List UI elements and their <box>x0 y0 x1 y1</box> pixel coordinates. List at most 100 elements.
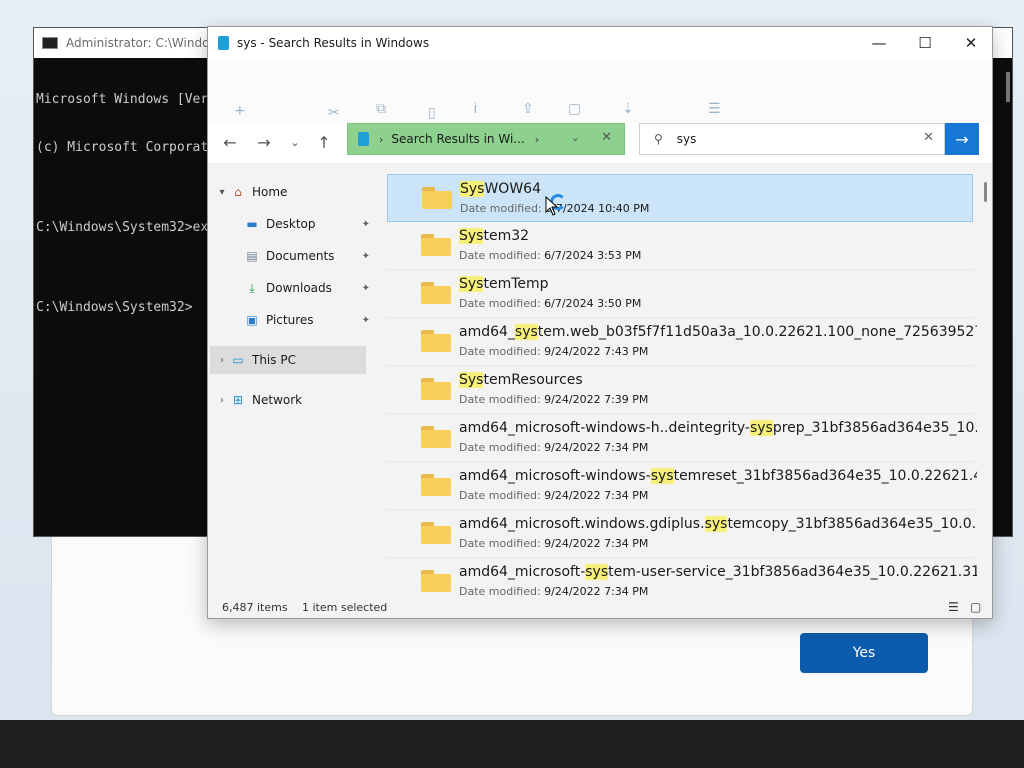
taskbar <box>0 720 1024 768</box>
share-icon[interactable]: ⇪ <box>522 101 534 117</box>
file-name: amd64_microsoft.windows.gdiplus.systemco… <box>459 516 977 532</box>
sidebar-item-pictures[interactable]: ▣ Pictures ✦ <box>214 306 370 334</box>
folder-icon <box>421 570 451 592</box>
recent-locations-button[interactable]: ⌄ <box>283 131 307 155</box>
file-row[interactable]: System32 Date modified: 6/7/2024 3:53 PM <box>387 222 973 270</box>
sort-icon[interactable]: ⇣ <box>622 101 634 117</box>
address-bar[interactable]: › Search Results in Wi... › ⌄ ✕ <box>347 123 625 155</box>
sidebar-label: Pictures <box>266 313 314 327</box>
search-input[interactable] <box>676 132 897 146</box>
sidebar-item-network[interactable]: › ⊞ Network <box>214 386 370 414</box>
search-highlight: sys <box>749 420 773 436</box>
maximize-button[interactable]: ☐ <box>902 27 948 59</box>
details-view-icon[interactable]: ☰ <box>948 600 959 614</box>
search-results-icon <box>358 132 369 146</box>
address-text: Search Results in Wi... <box>391 132 525 146</box>
cmd-scrollbar[interactable] <box>1006 72 1010 102</box>
sidebar-label: Network <box>252 393 303 407</box>
copy-icon[interactable]: ⧉ <box>376 101 386 117</box>
mouse-cursor-icon <box>545 196 559 216</box>
navigation-pane: ▾ ⌂ Home ▬ Desktop ✦ ▤ Documents ✦ ⤓ Dow… <box>208 172 378 592</box>
clear-search-icon[interactable]: ✕ <box>923 130 934 145</box>
search-icon: ⚲ <box>654 132 663 146</box>
documents-icon: ▤ <box>246 249 258 263</box>
file-row[interactable]: SystemResources Date modified: 9/24/2022 … <box>387 366 973 414</box>
forward-button[interactable]: → <box>252 131 276 155</box>
close-button[interactable]: ✕ <box>948 27 994 59</box>
status-bar: 6,487 items 1 item selected ☰ ▢ <box>208 597 992 619</box>
paste-icon[interactable]: ▯ <box>428 105 436 121</box>
sidebar-item-this-pc[interactable]: › ▭ This PC <box>210 346 366 374</box>
folder-icon <box>421 378 451 400</box>
up-button[interactable]: ↑ <box>312 131 336 155</box>
pin-icon[interactable]: ✦ <box>362 219 370 230</box>
close-icon[interactable]: ✕ <box>601 130 612 145</box>
file-row[interactable]: amd64_microsoft-windows-systemreset_31bf… <box>387 462 977 510</box>
folder-icon <box>421 522 451 544</box>
file-row[interactable]: SysWOW64 Date modified: 6/7/2024 10:40 PM <box>387 174 973 222</box>
sidebar-label: Desktop <box>266 217 316 231</box>
sidebar-item-desktop[interactable]: ▬ Desktop ✦ <box>214 210 370 238</box>
sidebar-item-downloads[interactable]: ⤓ Downloads ✦ <box>214 274 370 302</box>
home-icon: ⌂ <box>234 185 242 199</box>
file-name: amd64_microsoft-windows-h..deintegrity-s… <box>459 420 977 436</box>
expander-icon[interactable]: ▾ <box>214 187 230 198</box>
folder-icon <box>421 282 451 304</box>
chevron-right-icon[interactable]: › <box>379 133 383 146</box>
search-highlight: Sys <box>459 372 484 388</box>
file-row[interactable]: amd64_microsoft.windows.gdiplus.systemco… <box>387 510 977 558</box>
yes-button[interactable]: Yes <box>800 633 928 673</box>
chevron-down-icon[interactable]: ⌄ <box>571 131 580 144</box>
search-box[interactable]: ⚲ ✕ <box>639 123 945 155</box>
chevron-right-icon[interactable]: › <box>535 133 539 146</box>
cut-icon[interactable]: ✂ <box>328 105 340 121</box>
explorer-titlebar[interactable]: sys - Search Results in Windows — ☐ ✕ <box>208 27 992 59</box>
desktop-icon: ▬ <box>246 217 258 231</box>
explorer-window[interactable]: sys - Search Results in Windows — ☐ ✕ + … <box>207 26 993 619</box>
file-date: Date modified: 9/24/2022 7:39 PM <box>459 393 649 406</box>
folder-icon <box>421 234 451 256</box>
expander-icon[interactable]: › <box>214 395 230 406</box>
tiles-view-icon[interactable]: ▢ <box>970 600 981 614</box>
folder-icon <box>421 330 451 352</box>
sidebar-item-documents[interactable]: ▤ Documents ✦ <box>214 242 370 270</box>
file-name: SystemTemp <box>459 276 549 292</box>
search-highlight: Sys <box>460 181 485 197</box>
minimize-button[interactable]: — <box>856 27 902 59</box>
search-highlight: sys <box>704 516 728 532</box>
new-icon[interactable]: + <box>234 103 246 119</box>
downloads-icon: ⤓ <box>249 280 255 295</box>
folder-icon <box>421 426 451 448</box>
folder-icon <box>422 187 452 209</box>
file-date: Date modified: 9/24/2022 7:34 PM <box>459 441 649 454</box>
file-row[interactable]: amd64_microsoft-system-user-service_31bf… <box>387 558 977 597</box>
expander-icon[interactable]: › <box>214 355 230 366</box>
pin-icon[interactable]: ✦ <box>362 283 370 294</box>
search-highlight: sys <box>650 468 674 484</box>
search-highlight: Sys <box>459 228 484 244</box>
file-date: Date modified: 9/24/2022 7:43 PM <box>459 345 649 358</box>
file-row[interactable]: amd64_microsoft-windows-h..deintegrity-s… <box>387 414 977 462</box>
sidebar-label: Home <box>252 185 288 199</box>
search-go-button[interactable]: → <box>945 123 979 155</box>
back-button[interactable]: ← <box>218 131 242 155</box>
delete-icon[interactable]: ▢ <box>568 101 581 117</box>
file-row[interactable]: amd64_system.web_b03f5f7f11d50a3a_10.0.2… <box>387 318 977 366</box>
rename-icon[interactable]: Ꭵ <box>474 101 477 117</box>
search-highlight: Sys <box>459 276 484 292</box>
window-title: sys - Search Results in Windows <box>237 36 430 50</box>
pin-icon[interactable]: ✦ <box>362 251 370 262</box>
file-date: Date modified: 9/24/2022 7:34 PM <box>459 585 649 597</box>
file-list[interactable]: SysWOW64 Date modified: 6/7/2024 10:40 PM… <box>383 172 977 597</box>
file-row[interactable]: SystemTemp Date modified: 6/7/2024 3:50 P… <box>387 270 973 318</box>
pin-icon[interactable]: ✦ <box>362 315 370 326</box>
file-name: amd64_microsoft-windows-systemreset_31bf… <box>459 468 977 484</box>
view-icon[interactable]: ☰ <box>708 101 721 117</box>
folder-icon <box>421 474 451 496</box>
sidebar-item-home[interactable]: ▾ ⌂ Home <box>214 178 370 206</box>
search-highlight: sys <box>585 564 609 580</box>
file-list-scrollbar[interactable] <box>984 182 987 202</box>
sidebar-label: Documents <box>266 249 335 263</box>
sidebar-label: Downloads <box>266 281 332 295</box>
file-date: Date modified: 6/7/2024 3:50 PM <box>459 297 642 310</box>
